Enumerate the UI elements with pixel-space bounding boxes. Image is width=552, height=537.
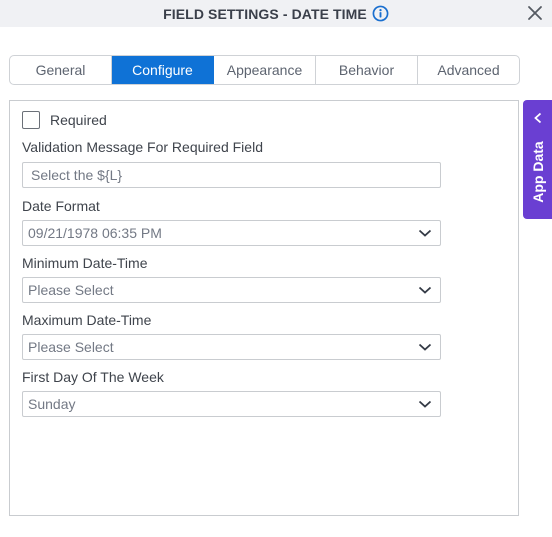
validation-message-label: Validation Message For Required Field [22, 139, 263, 155]
date-format-value: 09/21/1978 06:35 PM [28, 225, 162, 241]
close-icon[interactable] [526, 4, 544, 22]
maximum-date-time-value: Please Select [28, 339, 114, 355]
chevron-down-icon [418, 400, 432, 408]
chevron-down-icon [418, 343, 432, 351]
tab-behavior[interactable]: Behavior [316, 56, 418, 84]
date-format-select[interactable]: 09/21/1978 06:35 PM [22, 220, 441, 246]
first-day-of-week-label: First Day Of The Week [22, 369, 164, 385]
first-day-of-week-value: Sunday [28, 396, 76, 412]
minimum-date-time-label: Minimum Date-Time [22, 255, 148, 271]
dialog-title: FIELD SETTINGS - DATE TIME [163, 5, 367, 22]
date-format-label: Date Format [22, 198, 100, 214]
minimum-date-time-select[interactable]: Please Select [22, 277, 441, 303]
tab-general[interactable]: General [10, 56, 112, 84]
maximum-date-time-label: Maximum Date-Time [22, 312, 152, 328]
chevron-down-icon [418, 229, 432, 237]
info-icon[interactable] [372, 5, 389, 22]
required-checkbox[interactable] [22, 111, 40, 129]
tab-advanced[interactable]: Advanced [418, 56, 519, 84]
tab-configure[interactable]: Configure [112, 56, 214, 84]
dialog-header: FIELD SETTINGS - DATE TIME [0, 0, 552, 27]
configure-panel: Required Validation Message For Required… [9, 100, 519, 516]
chevron-left-icon [534, 112, 542, 124]
validation-message-input[interactable]: Select the ${L} [22, 162, 441, 188]
first-day-of-week-select[interactable]: Sunday [22, 391, 441, 417]
app-data-toggle[interactable]: App Data [523, 100, 552, 219]
required-row: Required [22, 111, 107, 129]
tab-appearance[interactable]: Appearance [214, 56, 316, 84]
maximum-date-time-select[interactable]: Please Select [22, 334, 441, 360]
settings-tabs: General Configure Appearance Behavior Ad… [9, 55, 520, 85]
chevron-down-icon [418, 286, 432, 294]
minimum-date-time-value: Please Select [28, 282, 114, 298]
validation-message-value: Select the ${L} [31, 167, 123, 183]
required-label: Required [50, 112, 107, 128]
app-data-label: App Data [529, 141, 546, 203]
